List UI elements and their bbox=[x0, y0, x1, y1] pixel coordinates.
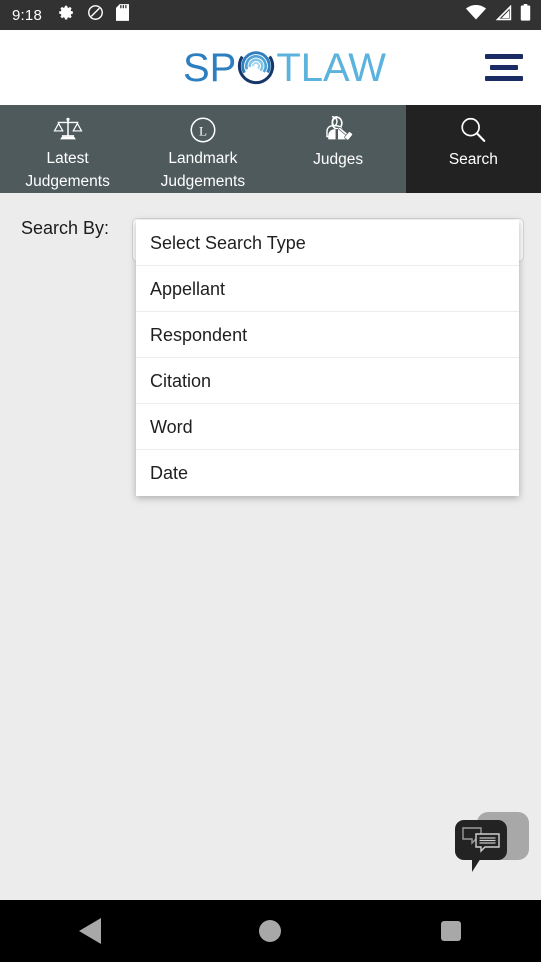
nav-home-button[interactable] bbox=[180, 900, 360, 962]
menu-bar-3 bbox=[485, 76, 523, 81]
device-screen: 9:18 SP TLAW Latest Judgements L Landmar… bbox=[0, 0, 541, 962]
search-by-label: Search By: bbox=[21, 218, 110, 238]
chat-bubbles-icon bbox=[455, 820, 507, 860]
recents-square-icon bbox=[440, 921, 461, 941]
main-tab-bar: Latest Judgements L Landmark Judgements bbox=[0, 105, 541, 193]
battery-icon bbox=[520, 4, 531, 26]
tab-label-search: Search bbox=[448, 151, 498, 168]
status-bar-left-icons bbox=[58, 4, 129, 26]
swirl-globe-icon bbox=[237, 47, 275, 90]
tab-landmark-judgements[interactable]: L Landmark Judgements bbox=[135, 105, 271, 193]
tab-judges[interactable]: Judges bbox=[270, 105, 406, 193]
logo-text-tlaw: TLAW bbox=[276, 45, 386, 90]
tab-label-judges: Judges bbox=[313, 151, 364, 168]
dropdown-option-select-search-type[interactable]: Select Search Type bbox=[136, 220, 519, 266]
wifi-icon bbox=[466, 4, 486, 26]
dropdown-option-appellant[interactable]: Appellant bbox=[136, 266, 519, 312]
cell-signal-icon bbox=[494, 4, 512, 26]
dropdown-option-word[interactable]: Word bbox=[136, 404, 519, 450]
logo-text-sp: SP bbox=[183, 45, 237, 90]
page-content: Search By: Select Search Type Appellant … bbox=[0, 193, 541, 900]
tab-latest-judgements[interactable]: Latest Judgements bbox=[0, 105, 136, 193]
chat-bubble-tail bbox=[472, 858, 490, 872]
svg-text:L: L bbox=[199, 123, 207, 138]
spotlaw-logo[interactable]: SP TLAW bbox=[155, 46, 386, 89]
tab-search[interactable]: Search bbox=[405, 105, 541, 193]
android-status-bar: 9:18 bbox=[0, 0, 541, 30]
dropdown-option-citation[interactable]: Citation bbox=[136, 358, 519, 404]
do-not-disturb-icon bbox=[87, 4, 104, 26]
tab-label-latest-judgements: Latest Judgements bbox=[25, 150, 110, 190]
android-navigation-bar bbox=[0, 900, 541, 962]
dropdown-option-date[interactable]: Date bbox=[136, 450, 519, 496]
chat-widget-button[interactable] bbox=[455, 812, 529, 874]
search-type-dropdown-list[interactable]: Select Search Type Appellant Respondent … bbox=[136, 220, 519, 496]
app-header: SP TLAW bbox=[0, 30, 541, 105]
scales-of-justice-icon bbox=[53, 114, 83, 145]
hamburger-menu-icon[interactable] bbox=[485, 51, 527, 85]
gear-icon bbox=[58, 4, 75, 26]
nav-recents-button[interactable] bbox=[361, 900, 541, 962]
tab-label-landmark-judgements: Landmark Judgements bbox=[160, 150, 246, 190]
status-bar-clock: 9:18 bbox=[12, 6, 42, 24]
home-circle-icon bbox=[259, 920, 282, 942]
judge-gavel-icon bbox=[322, 114, 354, 146]
back-triangle-icon bbox=[79, 918, 102, 944]
nav-back-button[interactable] bbox=[0, 900, 180, 962]
menu-bar-1 bbox=[485, 54, 523, 59]
magnifier-icon bbox=[458, 114, 488, 146]
status-bar-right-icons bbox=[466, 4, 531, 26]
sd-card-icon bbox=[116, 4, 129, 26]
landmark-l-circle-icon: L bbox=[189, 114, 217, 145]
menu-bar-2 bbox=[490, 65, 518, 70]
dropdown-option-respondent[interactable]: Respondent bbox=[136, 312, 519, 358]
